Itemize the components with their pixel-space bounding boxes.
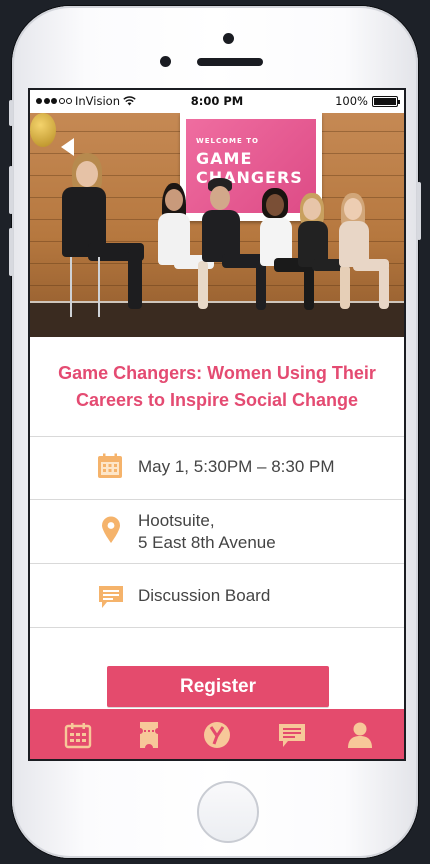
front-camera xyxy=(223,33,234,44)
panelist-6 xyxy=(335,193,395,323)
event-title: Game Changers: Women Using Their Careers… xyxy=(58,363,376,410)
tab-ticket-icon[interactable] xyxy=(135,721,163,749)
home-button[interactable] xyxy=(197,781,259,843)
event-venue-name: Hootsuite, xyxy=(138,511,215,530)
chat-bubble-icon xyxy=(99,586,123,608)
power-button xyxy=(417,182,421,240)
register-button[interactable]: Register xyxy=(107,666,329,707)
projector-screen-subtitle: WELCOME TO xyxy=(196,137,259,145)
status-bar: InVision 8:00 PM 100% xyxy=(30,90,404,113)
tab-profile-icon[interactable] xyxy=(346,721,374,749)
panelist-moderator xyxy=(58,153,148,323)
mute-switch xyxy=(9,100,13,126)
divider xyxy=(30,436,404,437)
event-date-text: May 1, 5:30PM – 8:30 PM xyxy=(138,457,335,476)
discussion-board-label: Discussion Board xyxy=(138,586,271,605)
app-screen: InVision 8:00 PM 100% WELCOME TO GAME CH… xyxy=(28,88,406,761)
volume-down-button xyxy=(9,228,13,276)
earpiece-speaker xyxy=(197,58,263,66)
location-pin-icon xyxy=(102,516,120,543)
divider xyxy=(30,499,404,500)
tab-y-logo-icon[interactable] xyxy=(203,721,231,749)
tab-events-calendar-icon[interactable] xyxy=(64,721,92,749)
bottom-tab-bar xyxy=(30,709,404,759)
balloon-decoration xyxy=(30,113,56,147)
back-arrow-icon[interactable] xyxy=(61,138,74,156)
divider xyxy=(30,627,404,628)
battery-icon xyxy=(372,95,400,107)
battery-percent: 100% xyxy=(335,94,368,108)
proximity-sensor xyxy=(160,56,171,67)
event-hero-image: WELCOME TO GAME CHANGERS xyxy=(30,113,404,337)
calendar-icon xyxy=(98,453,122,478)
event-venue-address: 5 East 8th Avenue xyxy=(138,533,276,552)
divider xyxy=(30,563,404,564)
volume-up-button xyxy=(9,166,13,214)
tab-discussion-icon[interactable] xyxy=(278,721,306,749)
